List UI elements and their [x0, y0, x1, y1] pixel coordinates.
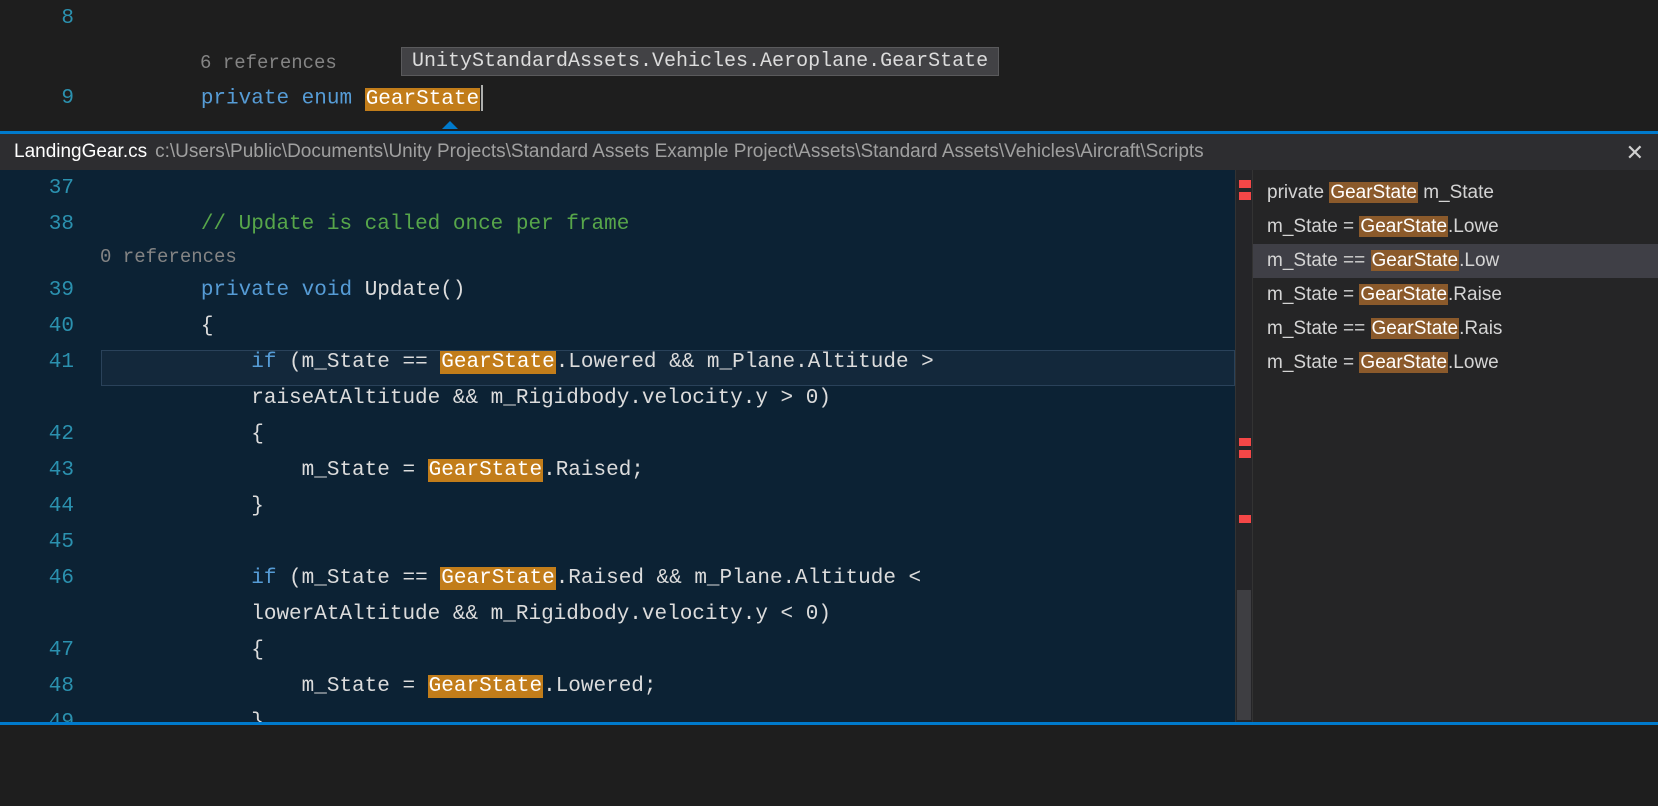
text-cursor — [481, 85, 483, 111]
peek-definition-top: 8 6 references UnityStandardAssets.Vehic… — [0, 0, 1658, 131]
error-marker-icon[interactable] — [1239, 192, 1251, 200]
peek-file-header[interactable]: LandingGear.cs c:\Users\Public\Documents… — [0, 134, 1658, 170]
code-line[interactable]: } — [100, 711, 1235, 723]
line-number: 40 — [0, 315, 100, 338]
reference-item[interactable]: private GearState m_State — [1253, 176, 1658, 210]
code-line[interactable]: // Update is called once per frame — [100, 213, 1235, 236]
code-line[interactable]: { — [100, 315, 1235, 338]
file-path: c:\Users\Public\Documents\Unity Projects… — [155, 141, 1204, 163]
line-number: 49 — [0, 711, 100, 723]
line-number: 41 — [0, 351, 100, 374]
scroll-thumb[interactable] — [1237, 590, 1251, 720]
symbol-tooltip: UnityStandardAssets.Vehicles.Aeroplane.G… — [401, 47, 999, 76]
line-number: 42 — [0, 423, 100, 446]
code-line[interactable]: m_State = GearState.Lowered; — [100, 675, 1235, 698]
peek-body: 37 38 // Update is called once per frame… — [0, 170, 1658, 725]
highlighted-symbol[interactable]: GearState — [428, 459, 543, 482]
overview-ruler[interactable] — [1235, 170, 1253, 722]
line-number: 45 — [0, 531, 100, 554]
reference-item[interactable]: m_State = GearState.Lowe — [1253, 346, 1658, 380]
highlighted-symbol[interactable]: GearState — [440, 351, 555, 374]
codelens-refs[interactable]: 0 references — [100, 246, 237, 268]
reference-item[interactable]: m_State = GearState.Raise — [1253, 278, 1658, 312]
highlighted-symbol[interactable]: GearState — [428, 675, 543, 698]
code-line[interactable]: { — [100, 423, 1235, 446]
error-marker-icon[interactable] — [1239, 515, 1251, 523]
highlighted-symbol[interactable]: GearState — [440, 567, 555, 590]
reference-item[interactable]: m_State = GearState.Lowe — [1253, 210, 1658, 244]
code-line[interactable]: private enum GearState — [100, 85, 1658, 111]
line-number: 46 — [0, 567, 100, 590]
file-name: LandingGear.cs — [14, 141, 147, 163]
code-line[interactable]: { — [100, 639, 1235, 662]
highlighted-symbol[interactable]: GearState — [365, 88, 480, 111]
line-number: 8 — [0, 7, 100, 30]
close-icon[interactable]: ✕ — [1626, 140, 1644, 166]
line-number: 48 — [0, 675, 100, 698]
code-line[interactable]: if (m_State == GearState.Raised && m_Pla… — [100, 567, 1235, 590]
code-line[interactable]: lowerAtAltitude && m_Rigidbody.velocity.… — [100, 603, 1235, 626]
peek-pointer-icon — [442, 121, 458, 129]
codelens-refs[interactable]: 6 references — [0, 52, 337, 74]
reference-item[interactable]: m_State == GearState.Rais — [1253, 312, 1658, 346]
line-number: 44 — [0, 495, 100, 518]
code-editor[interactable]: 37 38 // Update is called once per frame… — [0, 170, 1235, 722]
code-line[interactable]: raiseAtAltitude && m_Rigidbody.velocity.… — [100, 387, 1235, 410]
references-list[interactable]: private GearState m_State m_State = Gear… — [1253, 170, 1658, 722]
line-number: 47 — [0, 639, 100, 662]
line-number: 9 — [0, 87, 100, 110]
line-number: 43 — [0, 459, 100, 482]
code-line[interactable]: if (m_State == GearState.Lowered && m_Pl… — [100, 351, 1235, 374]
error-marker-icon[interactable] — [1239, 438, 1251, 446]
code-line[interactable]: m_State = GearState.Raised; — [100, 459, 1235, 482]
line-number: 37 — [0, 177, 100, 200]
line-number: 38 — [0, 213, 100, 236]
error-marker-icon[interactable] — [1239, 180, 1251, 188]
code-line[interactable]: private void Update() — [100, 279, 1235, 302]
line-number: 39 — [0, 279, 100, 302]
error-marker-icon[interactable] — [1239, 450, 1251, 458]
code-line[interactable]: } — [100, 495, 1235, 518]
reference-item-selected[interactable]: m_State == GearState.Low — [1253, 244, 1658, 278]
